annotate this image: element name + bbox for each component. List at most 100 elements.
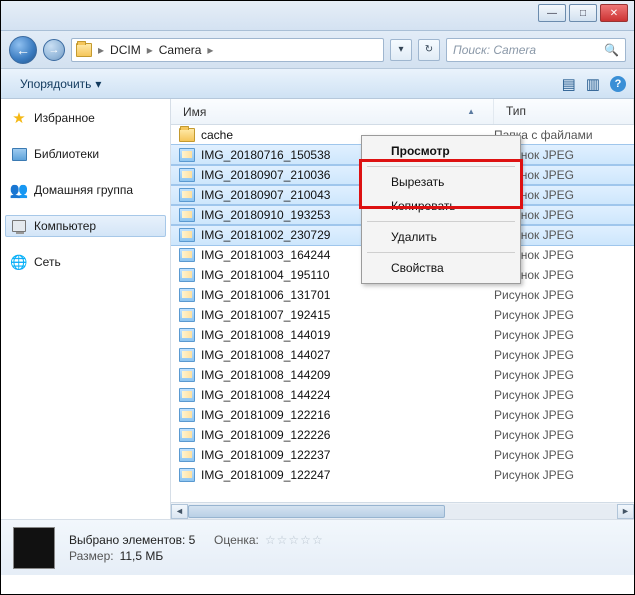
preview-pane-button[interactable]: ▥ <box>586 75 600 93</box>
context-menu-item-copy[interactable]: Копировать <box>365 194 517 218</box>
sidebar-label: Библиотеки <box>34 147 99 161</box>
sidebar-item-homegroup[interactable]: 👥 Домашняя группа <box>5 179 166 201</box>
sidebar-item-computer[interactable]: Компьютер <box>5 215 166 237</box>
homegroup-icon: 👥 <box>11 182 27 198</box>
context-menu-separator <box>367 221 515 222</box>
image-file-icon <box>179 368 195 382</box>
context-menu-separator <box>367 166 515 167</box>
sort-asc-icon: ▲ <box>467 107 475 116</box>
image-file-icon <box>179 328 195 342</box>
libraries-icon <box>12 148 27 161</box>
sidebar-item-libraries[interactable]: Библиотеки <box>5 143 166 165</box>
context-menu-item-cut[interactable]: Вырезать <box>365 170 517 194</box>
breadcrumb-sep-icon: ▸ <box>98 43 104 57</box>
sidebar-item-network[interactable]: 🌐 Сеть <box>5 251 166 273</box>
rating-stars[interactable]: ☆☆☆☆☆ <box>265 533 324 547</box>
chevron-down-icon: ▾ <box>95 77 101 91</box>
file-row[interactable]: IMG_20181008_144209Рисунок JPEG <box>171 365 634 385</box>
breadcrumb-dcim[interactable]: DCIM <box>110 43 141 57</box>
breadcrumb-camera[interactable]: Camera <box>159 43 202 57</box>
nav-forward-button[interactable]: → <box>43 39 65 61</box>
sidebar-item-favorites[interactable]: ★ Избранное <box>5 107 166 129</box>
horizontal-scrollbar[interactable]: ◄ ► <box>171 502 634 519</box>
image-file-icon <box>179 428 195 442</box>
context-menu-item-properties[interactable]: Свойства <box>365 256 517 280</box>
column-header-type[interactable]: Тип <box>494 99 634 124</box>
minimize-button[interactable]: — <box>538 4 566 22</box>
computer-icon <box>12 220 26 232</box>
file-type: Рисунок JPEG <box>494 348 634 362</box>
file-name: IMG_20181002_230729 <box>201 228 330 242</box>
refresh-button[interactable]: ↻ <box>418 39 440 61</box>
details-pane: Выбрано элементов: 5 Оценка: ☆☆☆☆☆ Разме… <box>1 519 634 575</box>
file-type: Рисунок JPEG <box>494 368 634 382</box>
help-button[interactable]: ? <box>610 76 626 92</box>
file-type: Рисунок JPEG <box>494 388 634 402</box>
close-button[interactable]: ✕ <box>600 4 628 22</box>
image-file-icon <box>179 448 195 462</box>
file-name: IMG_20181009_122226 <box>201 428 330 442</box>
column-header-name[interactable]: Имя ▲ <box>171 99 494 124</box>
file-name: IMG_20181008_144019 <box>201 328 330 342</box>
image-file-icon <box>179 208 195 222</box>
scrollbar-track[interactable] <box>188 504 617 519</box>
file-row[interactable]: IMG_20181009_122226 Рисунок JPEG <box>171 425 634 445</box>
organize-label: Упорядочить <box>20 77 91 91</box>
file-type: Рисунок JPEG <box>494 448 634 462</box>
breadcrumb-sep-icon: ▸ <box>207 43 213 57</box>
file-name: IMG_20181009_122216 <box>201 408 330 422</box>
file-name: IMG_20181008_144027 <box>201 348 330 362</box>
file-row[interactable]: IMG_20181007_192415Рисунок JPEG <box>171 305 634 325</box>
file-name: IMG_20181003_164244 <box>201 248 330 262</box>
file-list-area: Имя ▲ Тип cacheПапка с файламиIMG_201807… <box>171 99 634 519</box>
image-file-icon <box>179 388 195 402</box>
network-icon: 🌐 <box>11 254 27 270</box>
sidebar-label: Домашняя группа <box>34 183 133 197</box>
file-row[interactable]: IMG_20181009_122237 Рисунок JPEG <box>171 445 634 465</box>
file-name: IMG_20180716_150538 <box>201 148 330 162</box>
folder-icon <box>179 128 195 142</box>
nav-back-button[interactable]: ← <box>9 36 37 64</box>
scrollbar-thumb[interactable] <box>188 505 445 518</box>
organize-button[interactable]: Упорядочить ▾ <box>9 73 112 95</box>
scroll-left-arrow[interactable]: ◄ <box>171 504 188 519</box>
selection-thumbnail <box>13 527 55 569</box>
file-type: Рисунок JPEG <box>494 408 634 422</box>
image-file-icon <box>179 148 195 162</box>
file-name: IMG_20180907_210036 <box>201 168 330 182</box>
column-header-row: Имя ▲ Тип <box>171 99 634 125</box>
file-row[interactable]: IMG_20181009_122216 Рисунок JPEG <box>171 405 634 425</box>
context-menu-item-delete[interactable]: Удалить <box>365 225 517 249</box>
image-file-icon <box>179 268 195 282</box>
file-row[interactable]: IMG_20181009_122247Рисунок JPEG <box>171 465 634 485</box>
column-name-label: Имя <box>183 105 206 119</box>
breadcrumb-sep-icon: ▸ <box>147 43 153 57</box>
selection-count-label: Выбрано элементов: 5 <box>69 533 195 547</box>
file-name: IMG_20181009_122237 <box>201 448 330 462</box>
file-row[interactable]: IMG_20181008_144027 Рисунок JPEG <box>171 345 634 365</box>
navigation-pane: ★ Избранное Библиотеки 👥 Домашняя группа… <box>1 99 171 519</box>
file-row[interactable]: IMG_20181006_131701Рисунок JPEG <box>171 285 634 305</box>
file-type: Рисунок JPEG <box>494 328 634 342</box>
search-input[interactable]: Поиск: Camera 🔍 <box>446 38 626 62</box>
image-file-icon <box>179 168 195 182</box>
command-toolbar: Упорядочить ▾ ▤ ▥ ? <box>1 69 634 99</box>
context-menu-item-view[interactable]: Просмотр <box>365 139 517 163</box>
file-name: IMG_20181004_195110 <box>201 268 330 282</box>
file-type: Рисунок JPEG <box>494 428 634 442</box>
scroll-right-arrow[interactable]: ► <box>617 504 634 519</box>
change-view-button[interactable]: ▤ <box>562 75 576 93</box>
address-bar[interactable]: ▸ DCIM ▸ Camera ▸ <box>71 38 384 62</box>
file-row[interactable]: IMG_20181008_144224 Рисунок JPEG <box>171 385 634 405</box>
file-name: IMG_20181008_144224 <box>201 388 330 402</box>
size-value: 11,5 МБ <box>120 549 164 563</box>
file-type: Рисунок JPEG <box>494 308 634 322</box>
maximize-button[interactable]: □ <box>569 4 597 22</box>
image-file-icon <box>179 348 195 362</box>
address-dropdown-button[interactable]: ▾ <box>390 39 412 61</box>
star-icon: ★ <box>11 110 27 126</box>
file-row[interactable]: IMG_20181008_144019 Рисунок JPEG <box>171 325 634 345</box>
column-type-label: Тип <box>506 104 526 118</box>
image-file-icon <box>179 228 195 242</box>
file-type: Рисунок JPEG <box>494 288 634 302</box>
